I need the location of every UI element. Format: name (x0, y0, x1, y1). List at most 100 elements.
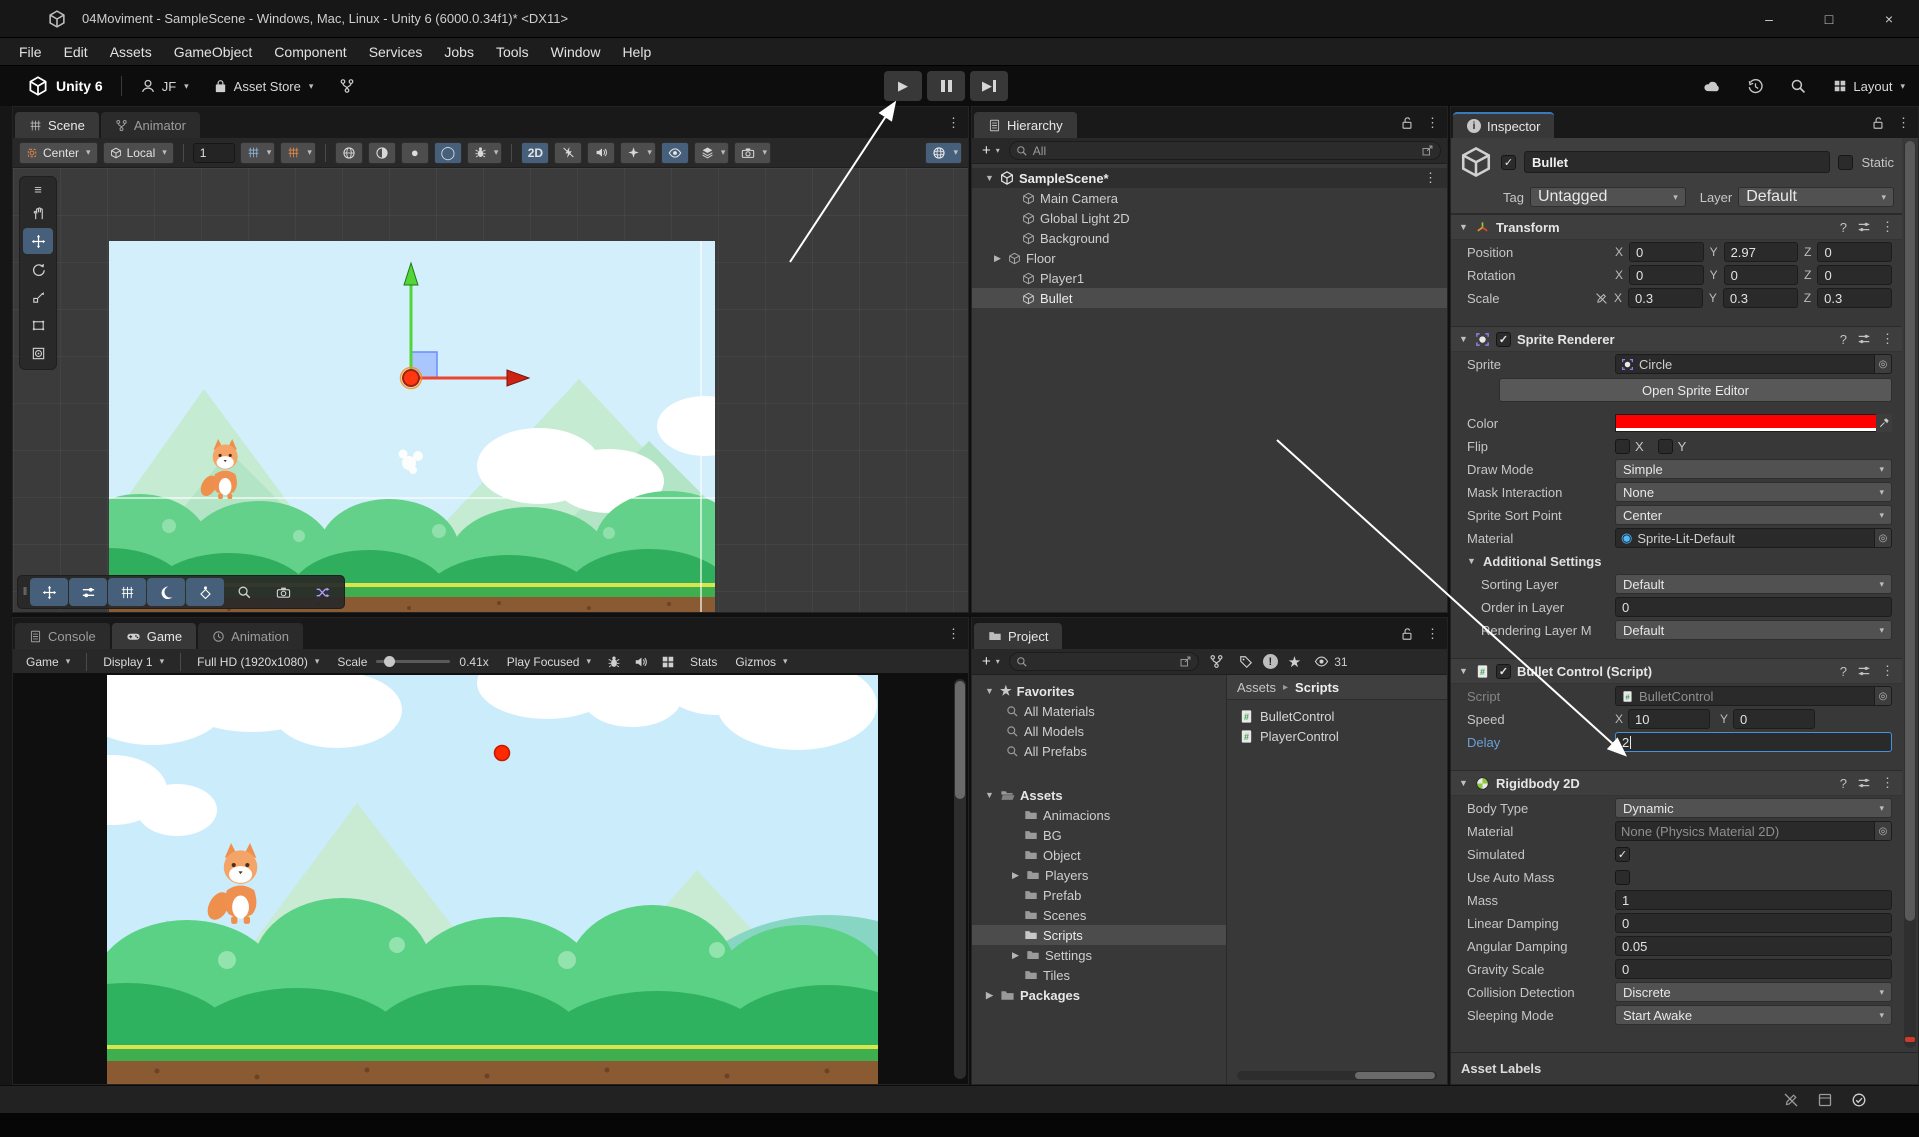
layers-visibility-button[interactable]: ▾ (694, 142, 730, 164)
foldout-open-icon[interactable]: ▼ (984, 686, 995, 696)
overlay-camera-button[interactable] (264, 578, 302, 606)
overlay-shuffle-button[interactable] (303, 578, 341, 606)
position-x-field[interactable]: 0 (1629, 242, 1704, 262)
inspector-menu-kebab-icon[interactable]: ⋮ (1897, 115, 1910, 131)
layout-dropdown[interactable]: Layout▾ (1833, 79, 1905, 94)
snap-increment-button[interactable]: ▾ (240, 142, 276, 164)
tree-row-tiles[interactable]: Tiles (972, 965, 1226, 985)
tab-hierarchy[interactable]: Hierarchy (974, 112, 1077, 138)
game-vertical-scrollbar[interactable] (954, 679, 966, 1079)
shaded-wireframe-button[interactable] (368, 142, 396, 164)
step-button[interactable]: ▶ (970, 71, 1008, 101)
tree-row-main-camera[interactable]: Main Camera (972, 188, 1447, 208)
simulated-checkbox[interactable] (1615, 847, 1630, 862)
speed-x-field[interactable]: 10 (1628, 709, 1710, 729)
undo-history-icon[interactable] (1747, 78, 1764, 95)
gameobject-icon[interactable] (1459, 145, 1493, 179)
component-kebab-icon[interactable]: ⋮ (1881, 331, 1894, 347)
eyedropper-icon[interactable] (1878, 417, 1890, 429)
object-picker-icon[interactable]: ◎ (1874, 687, 1891, 705)
foldout-open-icon[interactable]: ▼ (984, 173, 995, 183)
menu-assets[interactable]: Assets (99, 38, 163, 66)
sorting-layer-dropdown[interactable]: Default▾ (1615, 574, 1892, 594)
flip-y-checkbox[interactable] (1658, 439, 1673, 454)
tree-row-settings[interactable]: ▶ Settings (972, 945, 1226, 965)
tree-row-global-light[interactable]: Global Light 2D (972, 208, 1447, 228)
add-gameobject-button[interactable]: +▾ (978, 142, 1004, 159)
import-warning-icon[interactable]: ! (1263, 654, 1278, 669)
tree-row-players[interactable]: ▶ Players (972, 865, 1226, 885)
tree-row-object[interactable]: Object (972, 845, 1226, 865)
hierarchy-search-input[interactable]: All (1009, 141, 1441, 160)
tag-dropdown[interactable]: Untagged▾ (1530, 187, 1686, 207)
tree-row-favorites[interactable]: ▼ ★ Favorites (972, 681, 1226, 701)
search-by-label-tag-icon[interactable] (1239, 655, 1253, 669)
project-search-input[interactable] (1009, 652, 1199, 671)
body-type-dropdown[interactable]: Dynamic▾ (1615, 798, 1892, 818)
preset-icon[interactable] (1857, 332, 1871, 346)
foldout-closed-icon[interactable]: ▶ (1010, 950, 1021, 961)
bullet-control-header[interactable]: ▼ Bullet Control (Script) ? ⋮ (1451, 658, 1902, 684)
help-icon[interactable]: ? (1840, 220, 1847, 235)
play-focus-dropdown[interactable]: Play Focused▾ (500, 651, 598, 673)
link-broken-icon[interactable] (1595, 292, 1608, 305)
overlay-drag-handle[interactable]: ‖ (20, 578, 30, 606)
preset-icon[interactable] (1857, 664, 1871, 678)
mask-interaction-dropdown[interactable]: None▾ (1615, 482, 1892, 502)
flip-x-checkbox[interactable] (1615, 439, 1630, 454)
draw-mode-dropdown[interactable]: Simple▾ (1615, 459, 1892, 479)
tab-project[interactable]: Project (974, 623, 1062, 649)
grid-visual-button[interactable]: ▾ (280, 142, 316, 164)
project-horizontal-scrollbar[interactable] (1237, 1071, 1437, 1080)
asset-labels-bar[interactable]: Asset Labels (1451, 1052, 1918, 1084)
tree-row-scene-root[interactable]: ▼ SampleScene* ⋮ (972, 168, 1447, 188)
overlay-moon-button[interactable] (147, 578, 185, 606)
object-picker-icon[interactable]: ◎ (1874, 355, 1891, 373)
sprite-sort-point-dropdown[interactable]: Center▾ (1615, 505, 1892, 525)
breadcrumb-current[interactable]: Scripts (1295, 680, 1339, 695)
audio-toggle-button[interactable] (587, 142, 615, 164)
additional-settings-foldout[interactable]: ▼ Additional Settings (1467, 550, 1892, 572)
tree-row-bullet[interactable]: Bullet (972, 288, 1447, 308)
object-picker-icon[interactable]: ◎ (1874, 529, 1891, 547)
shaded-mode-button[interactable] (335, 142, 363, 164)
position-y-field[interactable]: 2.97 (1724, 242, 1799, 262)
rect-tool[interactable] (23, 312, 53, 338)
tab-game[interactable]: Game (112, 623, 196, 649)
rendering-layer-dropdown[interactable]: Default▾ (1615, 620, 1892, 640)
lock-open-icon[interactable] (1871, 116, 1885, 130)
transform-header[interactable]: ▼ Transform ? ⋮ (1451, 214, 1902, 240)
rotation-x-field[interactable]: 0 (1629, 265, 1704, 285)
help-icon[interactable]: ? (1840, 664, 1847, 679)
bug-icon[interactable] (607, 655, 621, 669)
tab-console[interactable]: Console (15, 623, 110, 649)
tree-row-all-models[interactable]: All Models (972, 721, 1226, 741)
lock-open-icon[interactable] (1400, 627, 1414, 641)
component-enabled-checkbox[interactable] (1496, 664, 1511, 679)
hidden-objects-eye-button[interactable] (661, 142, 689, 164)
order-in-layer-field[interactable]: 0 (1615, 597, 1892, 617)
rotate-tool[interactable] (23, 256, 53, 282)
tree-row-scenes[interactable]: Scenes (972, 905, 1226, 925)
tab-inspector[interactable]: i Inspector (1453, 112, 1554, 138)
scale-x-field[interactable]: 0.3 (1628, 288, 1703, 308)
name-field[interactable]: Bullet (1524, 151, 1830, 173)
color-swatch[interactable] (1615, 414, 1892, 432)
view-hand-tool[interactable] (23, 200, 53, 226)
transform-tool[interactable] (23, 340, 53, 366)
tree-row-background[interactable]: Background (972, 228, 1447, 248)
close-button[interactable]: × (1859, 0, 1919, 38)
collab-brush-disabled-icon[interactable] (1783, 1092, 1799, 1108)
move-tool[interactable] (23, 228, 53, 254)
rigidbody-header[interactable]: ▼ Rigidbody 2D ? ⋮ (1451, 770, 1902, 796)
object-picker-icon[interactable]: ◎ (1874, 822, 1891, 840)
2d-toggle-button[interactable]: 2D (521, 142, 549, 164)
menu-gameobject[interactable]: GameObject (163, 38, 264, 66)
script-object-field[interactable]: BulletControl ◎ (1615, 686, 1892, 706)
static-checkbox[interactable] (1838, 155, 1853, 170)
menu-component[interactable]: Component (263, 38, 357, 66)
breadcrumb-assets[interactable]: Assets (1237, 680, 1276, 695)
rotation-y-field[interactable]: 0 (1724, 265, 1799, 285)
sprite-object-field[interactable]: Circle ◎ (1615, 354, 1892, 374)
progress-check-icon[interactable] (1851, 1092, 1867, 1108)
